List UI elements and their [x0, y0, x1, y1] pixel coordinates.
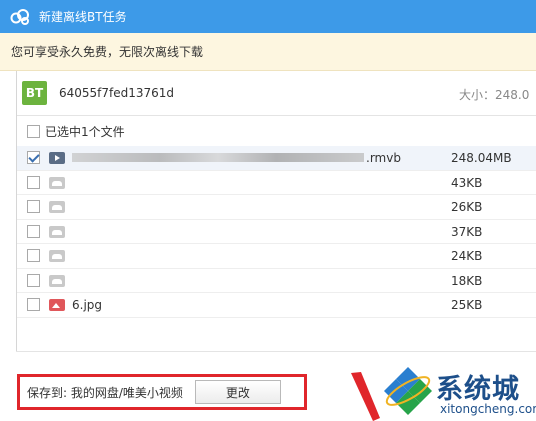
file-row[interactable]: 26KB — [17, 195, 536, 220]
file-checkbox[interactable] — [27, 249, 40, 262]
bt-icon: BT — [22, 81, 47, 105]
file-row[interactable]: 6.jpg 25KB — [17, 293, 536, 318]
redacted-filename — [72, 153, 364, 162]
free-offline-notice: 您可享受永久免费，无限次离线下载 — [0, 33, 536, 71]
file-checkbox[interactable] — [27, 273, 40, 287]
file-size: 37KB — [451, 224, 483, 239]
save-location-box: 保存到: 我的网盘/唯美小视频 更改 — [17, 374, 307, 410]
file-size: 26KB — [451, 200, 483, 214]
annotation-arrow-icon — [351, 372, 380, 421]
cloud-logo-icon — [10, 8, 29, 25]
select-all-label: 已选中1个文件 — [45, 125, 125, 139]
watermark-title: 系统城 — [436, 374, 520, 405]
save-location-label: 保存到: 我的网盘/唯美小视频 — [27, 385, 183, 400]
image-file-icon — [49, 299, 65, 311]
torrent-header: BT 64055f7fed13761d 大小：248.0 — [17, 71, 536, 116]
window-title: 新建离线BT任务 — [39, 10, 127, 24]
file-size: 24KB — [451, 249, 483, 263]
watermark-domain: xitongcheng.com — [440, 402, 536, 416]
torrent-name: 64055f7fed13761d — [59, 86, 175, 100]
file-row[interactable]: 37KB — [17, 220, 536, 244]
divider — [16, 351, 536, 352]
file-checkbox[interactable] — [27, 298, 40, 311]
watermark: 系统城 xitongcheng.com — [382, 361, 536, 421]
change-location-button[interactable]: 更改 — [194, 380, 281, 404]
file-size: 25KB — [451, 298, 483, 312]
title-bar: 新建离线BT任务 — [0, 0, 536, 33]
file-size: 43KB — [451, 175, 483, 190]
file-checkbox[interactable] — [27, 224, 40, 238]
file-list: .rmvb 248.04MB 43KB 26KB 37KB 24KB 18KB 6.jpg 25… — [17, 146, 536, 318]
file-checkbox[interactable] — [27, 200, 40, 213]
file-checkbox[interactable] — [27, 151, 40, 164]
watermark-logo-icon — [384, 367, 432, 415]
torrent-size: 大小：248.0 — [459, 88, 530, 102]
file-row[interactable]: .rmvb 248.04MB — [17, 146, 536, 171]
file-row[interactable]: 24KB — [17, 244, 536, 269]
file-icon — [49, 176, 65, 189]
file-checkbox[interactable] — [27, 175, 40, 189]
file-row[interactable]: 43KB — [17, 171, 536, 195]
file-extension: .rmvb — [366, 151, 401, 165]
select-all-checkbox[interactable] — [27, 125, 40, 138]
file-icon — [49, 274, 65, 287]
file-row[interactable]: 18KB — [17, 269, 536, 293]
select-all-row[interactable]: 已选中1个文件 — [27, 123, 125, 140]
file-icon — [49, 201, 65, 213]
file-size: 18KB — [451, 273, 483, 288]
file-icon — [49, 225, 65, 238]
file-size: 248.04MB — [451, 151, 512, 165]
file-icon — [49, 250, 65, 262]
video-file-icon — [49, 152, 65, 164]
file-name: 6.jpg — [72, 298, 103, 312]
torrent-panel: BT 64055f7fed13761d 大小：248.0 已选中1个文件 .rm… — [16, 71, 536, 351]
